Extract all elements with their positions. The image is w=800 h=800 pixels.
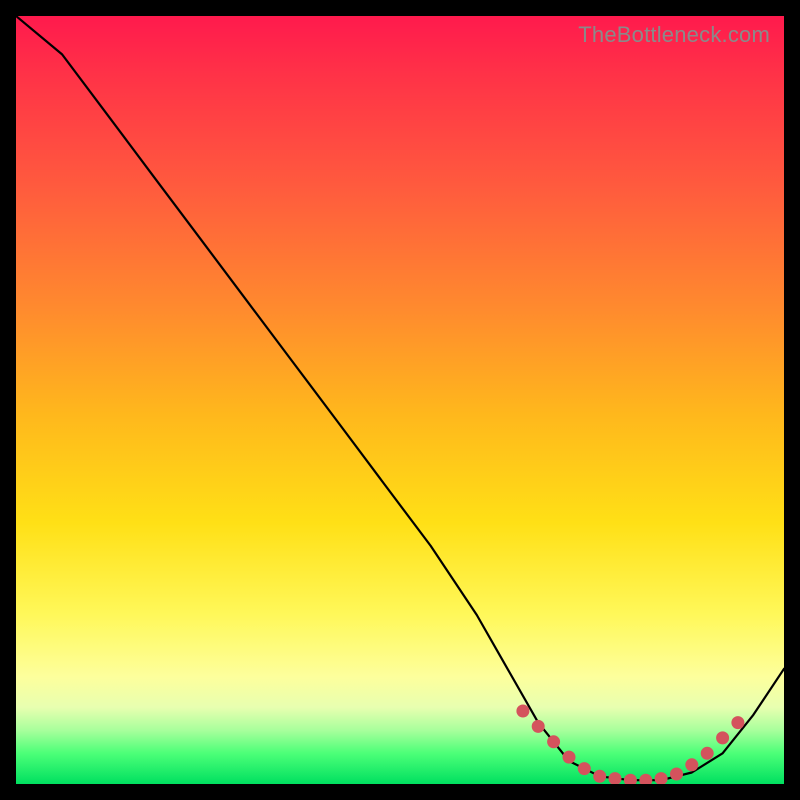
bottleneck-curve xyxy=(16,16,784,780)
marker-dot xyxy=(716,731,729,744)
marker-dot xyxy=(731,716,744,729)
marker-dot xyxy=(563,751,576,764)
marker-group xyxy=(516,705,744,785)
plot-area: TheBottleneck.com xyxy=(16,16,784,784)
chart-stage: TheBottleneck.com xyxy=(0,0,800,800)
marker-dot xyxy=(701,747,714,760)
marker-dot xyxy=(624,774,637,784)
marker-dot xyxy=(532,720,545,733)
chart-overlay xyxy=(16,16,784,784)
marker-dot xyxy=(516,705,529,718)
marker-dot xyxy=(547,735,560,748)
marker-dot xyxy=(593,770,606,783)
marker-dot xyxy=(655,772,668,784)
marker-dot xyxy=(578,762,591,775)
marker-dot xyxy=(685,758,698,771)
marker-dot xyxy=(670,768,683,781)
marker-dot xyxy=(609,772,622,784)
marker-dot xyxy=(639,774,652,784)
